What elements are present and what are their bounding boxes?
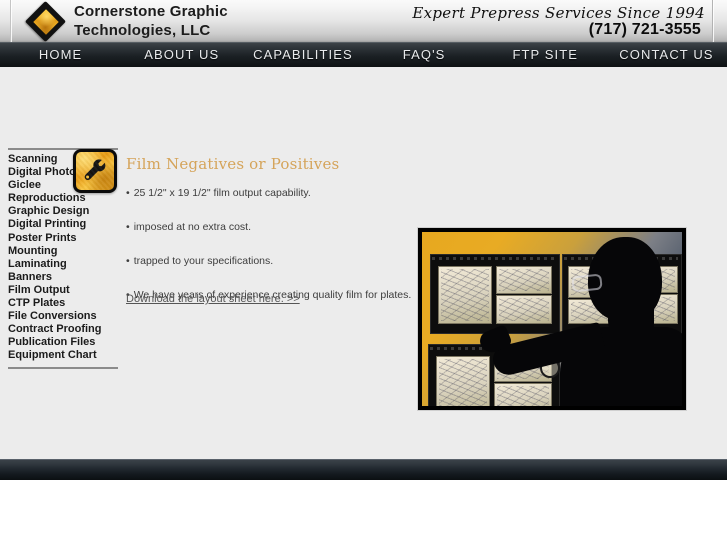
bullet-marker-1: •	[126, 187, 130, 199]
wrench-icon	[73, 149, 117, 193]
bullet-text-3: trapped to your specifications.	[133, 255, 274, 267]
header-left-edge	[10, 0, 12, 42]
film-frame-3	[496, 295, 552, 324]
bullet-item-1: • 25 1/2" x 19 1/2" film output capabilit…	[126, 187, 416, 199]
sidebar-item-film-output[interactable]: Film Output	[8, 284, 118, 297]
below-fold-area	[0, 480, 727, 545]
page-title: Film Negatives or Positives	[126, 155, 340, 173]
film-frame-8	[436, 356, 490, 406]
brand-name-line-2: Technologies, LLC	[74, 22, 211, 39]
brand-name-line-1: Cornerstone Graphic	[74, 3, 228, 20]
sidebar-item-digital-printing[interactable]: Digital Printing	[8, 218, 118, 231]
lighttable-photo	[418, 228, 686, 410]
sidebar-item-graphic-design[interactable]: Graphic Design	[8, 205, 118, 218]
film-frame-2	[496, 266, 552, 294]
download-layout-sheet-link[interactable]: Download the layout sheet here. >>	[126, 293, 300, 305]
film-perforations-1	[432, 257, 556, 260]
brand-name: Cornerstone Graphic Technologies, LLC	[74, 2, 354, 40]
page-root: Cornerstone Graphic Technologies, LLC Ex…	[0, 0, 727, 480]
bullet-marker-3: •	[126, 255, 130, 267]
phone-number[interactable]: (717) 721-3555	[589, 21, 701, 39]
bullet-item-2: • imposed at no extra cost.	[126, 221, 416, 233]
sidebar-item-poster-prints[interactable]: Poster Prints	[8, 232, 118, 245]
bullet-text-1: 25 1/2" x 19 1/2" film output capability…	[133, 187, 311, 199]
sidebar-item-reproductions[interactable]: Reproductions	[8, 192, 118, 205]
glasses-icon	[571, 273, 603, 293]
lighttable-photo-image	[422, 232, 682, 406]
film-frame-10	[494, 383, 552, 406]
sidebar-item-contract-proofing[interactable]: Contract Proofing	[8, 323, 118, 336]
nav-item-faqs[interactable]: FAQ'S	[364, 43, 485, 67]
nav-item-ftp-site[interactable]: FTP SITE	[485, 43, 606, 67]
content-area: Scanning Digital Photography Giclee Repr…	[0, 67, 727, 459]
header-right-edge	[712, 0, 714, 42]
nav-item-about-us[interactable]: ABOUT US	[121, 43, 242, 67]
site-header: Cornerstone Graphic Technologies, LLC Ex…	[0, 0, 727, 43]
sidebar-divider-bottom	[8, 366, 118, 369]
site-footer-bar	[0, 459, 727, 480]
sidebar-item-file-conversions[interactable]: File Conversions	[8, 310, 118, 323]
film-frame-1	[438, 266, 492, 324]
diamond-logo-icon[interactable]	[24, 0, 67, 43]
sidebar-item-laminating[interactable]: Laminating	[8, 258, 118, 271]
main-navigation: HOME ABOUT US CAPABILITIES FAQ'S FTP SIT…	[0, 42, 727, 67]
sidebar-item-mounting[interactable]: Mounting	[8, 245, 118, 258]
wrench-icon-glyph	[84, 159, 106, 180]
sidebar-item-equipment-chart[interactable]: Equipment Chart	[8, 349, 118, 362]
bullet-text-2: imposed at no extra cost.	[133, 221, 251, 233]
wrench-icon-plate	[76, 152, 114, 190]
bullet-marker-2: •	[126, 221, 130, 233]
nav-item-contact-us[interactable]: CONTACT US	[606, 43, 727, 67]
nav-list: HOME ABOUT US CAPABILITIES FAQ'S FTP SIT…	[0, 43, 727, 67]
nav-item-home[interactable]: HOME	[0, 43, 121, 67]
bullet-item-3: • trapped to your specifications.	[126, 255, 416, 267]
sidebar-item-banners[interactable]: Banners	[8, 271, 118, 284]
nav-item-capabilities[interactable]: CAPABILITIES	[242, 43, 363, 67]
sidebar-item-publication-files[interactable]: Publication Files	[8, 336, 118, 349]
technician-silhouette	[476, 232, 682, 406]
tagline: Expert Prepress Services Since 1994	[412, 4, 705, 22]
sidebar-item-ctp-plates[interactable]: CTP Plates	[8, 297, 118, 310]
